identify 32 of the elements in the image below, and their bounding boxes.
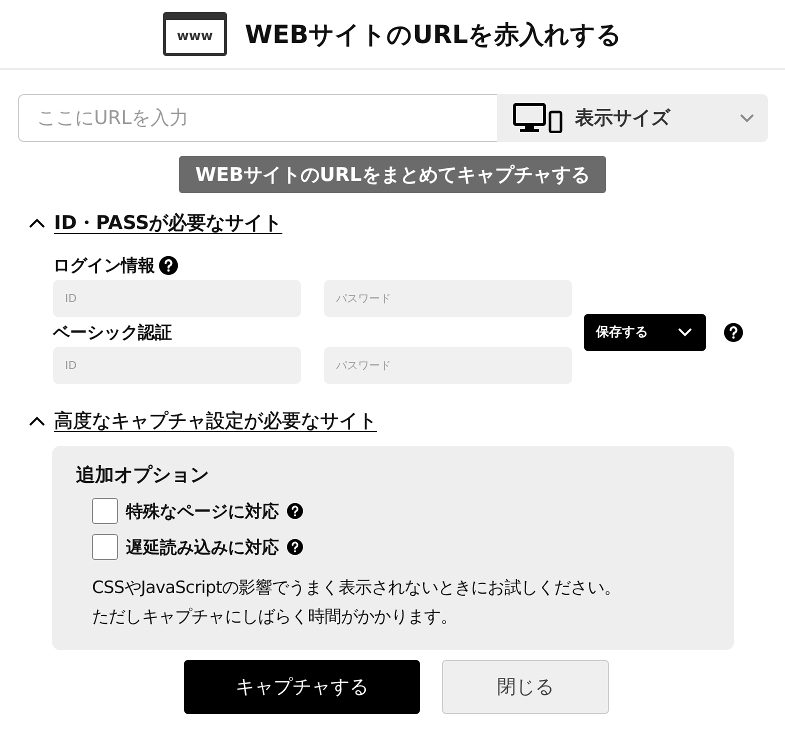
close-button[interactable]: 閉じる [442, 660, 609, 714]
caret-icon [678, 328, 692, 336]
browser-window-icon: www [162, 12, 227, 56]
option-label: 特殊なページに対応 [126, 500, 279, 522]
chevron-up-icon[interactable] [28, 217, 46, 229]
password-field[interactable]: パスワード [324, 347, 572, 384]
option-label: 遅延読み込みに対応 [126, 536, 279, 558]
capture-button[interactable]: キャプチャする [184, 660, 420, 714]
help-icon[interactable] [724, 322, 743, 342]
field-group-label: ベーシック認証 [53, 322, 172, 344]
save-dropdown-button[interactable]: 保存する [584, 314, 706, 350]
page-title: WEBサイトのURLを赤入れする [244, 18, 622, 50]
display-size-select[interactable]: 表示サイズ [497, 94, 768, 142]
password-field[interactable]: パスワード [324, 280, 572, 317]
url-input[interactable]: ここにURLを入力 [18, 94, 497, 142]
id-field[interactable]: ID [53, 280, 301, 317]
bulk-capture-button[interactable]: WEBサイトのURLをまとめてキャプチャする [179, 156, 606, 193]
help-icon[interactable] [159, 256, 178, 274]
caret-icon [740, 114, 754, 122]
id-field[interactable]: ID [53, 347, 301, 384]
section-heading[interactable]: ID・PASSが必要なサイト [54, 210, 282, 236]
option-note: ただしキャプチャにしばらく時間がかかります。 [92, 606, 458, 629]
chevron-up-icon[interactable] [28, 415, 46, 427]
panel-title: 追加オプション [76, 463, 210, 488]
monitor-phone-icon [513, 103, 563, 133]
section-heading[interactable]: 高度なキャプチャ設定が必要なサイト [54, 408, 377, 434]
checkbox[interactable] [92, 534, 118, 560]
help-icon[interactable] [287, 503, 303, 519]
field-group-label: ログイン情報 [53, 254, 155, 276]
checkbox[interactable] [92, 498, 118, 524]
option-note: CSSやJavaScriptの影響でうまく表示されないときにお試しください。 [92, 577, 620, 600]
help-icon[interactable] [287, 539, 303, 555]
